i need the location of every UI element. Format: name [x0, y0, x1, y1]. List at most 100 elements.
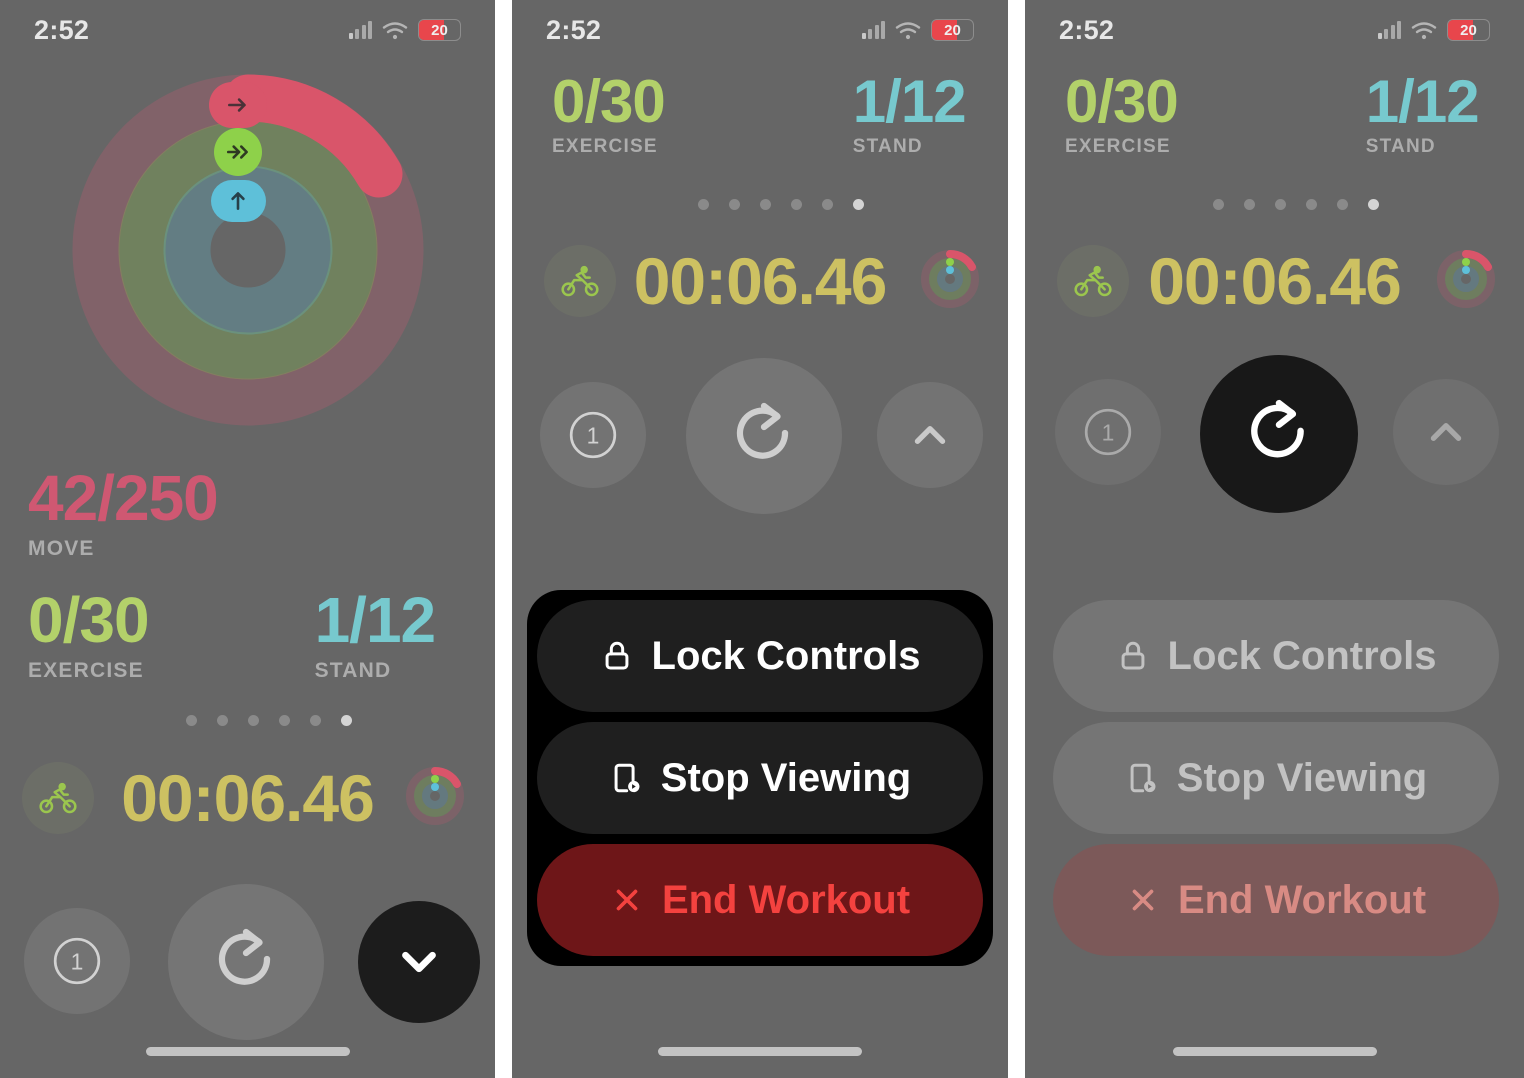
exercise-label: EXERCISE: [552, 136, 658, 157]
segment-counter-button[interactable]: 1: [24, 908, 130, 1014]
exercise-stat: 0/30 EXERCISE: [1065, 68, 1179, 158]
expand-up-button[interactable]: [1393, 379, 1499, 485]
action-menu: Lock Controls Stop Viewing End Workout: [527, 590, 993, 966]
exercise-value: 0/30: [1065, 68, 1179, 135]
exercise-stat: 0/30 EXERCISE: [28, 584, 150, 683]
battery-percent: 20: [944, 21, 961, 39]
status-bar: 2:52 20: [0, 0, 495, 60]
elapsed-time: 00:06.46: [121, 761, 375, 835]
status-indicators: 20: [861, 19, 974, 41]
battery-percent: 20: [1460, 21, 1477, 39]
phone-stop-viewing-icon: [614, 763, 640, 793]
cellular-signal-icon: [861, 21, 885, 39]
status-time: 2:52: [34, 14, 90, 45]
arrow-up-icon: [210, 180, 266, 222]
status-bar: 2:52 20: [512, 0, 1008, 60]
panel-divider-2: [1008, 0, 1025, 1078]
double-chevron-right-icon: [213, 128, 262, 176]
end-workout-button[interactable]: End Workout: [537, 844, 983, 956]
screen-1-activity-overview: 2:52 20 42/250 MOVE 0/30 EXERCISE 1/12 S…: [0, 0, 495, 1078]
battery-low-icon: 20: [931, 19, 974, 41]
lock-controls-button[interactable]: Lock Controls: [1053, 600, 1499, 712]
exercise-stat: 0/30 EXERCISE: [552, 68, 666, 158]
stop-viewing-button[interactable]: Stop Viewing: [1053, 722, 1499, 834]
close-x-icon: [616, 889, 638, 911]
cellular-signal-icon: [1377, 21, 1401, 39]
status-indicators: 20: [348, 19, 461, 41]
move-label: MOVE: [28, 537, 95, 560]
cycling-icon: [544, 245, 616, 317]
stand-label: STAND: [314, 659, 392, 682]
lock-controls-label: Lock Controls: [651, 633, 921, 678]
end-workout-button[interactable]: End Workout: [1053, 844, 1499, 956]
svg-text:1: 1: [587, 422, 600, 448]
lock-icon: [1121, 641, 1144, 670]
stand-stat: 1/12 STAND: [852, 68, 967, 158]
activity-rings[interactable]: [68, 70, 428, 430]
home-indicator: [1172, 1047, 1377, 1056]
page-indicator[interactable]: [1213, 199, 1379, 210]
cellular-signal-icon: [348, 21, 372, 39]
svg-text:1: 1: [71, 948, 84, 974]
svg-text:1: 1: [1102, 419, 1115, 445]
cycling-icon: [22, 762, 94, 834]
exercise-stand-stats: 0/30 EXERCISE 1/12 STAND: [1065, 68, 1480, 158]
battery-percent: 20: [431, 21, 448, 39]
segment-counter-button[interactable]: 1: [540, 382, 646, 488]
chevron-down-icon: [402, 951, 436, 973]
status-indicators: 20: [1377, 19, 1490, 41]
exercise-stand-stats: 0/30 EXERCISE 1/12 STAND: [28, 584, 437, 683]
chevron-up-icon: [1430, 423, 1462, 441]
stop-viewing-label: Stop Viewing: [660, 755, 912, 800]
stand-value: 1/12: [1365, 68, 1480, 135]
lock-icon: [605, 641, 628, 670]
status-time: 2:52: [1059, 14, 1115, 45]
exercise-label: EXERCISE: [28, 659, 144, 682]
action-menu: Lock Controls Stop Viewing End Workout: [1043, 590, 1509, 966]
elapsed-time: 00:06.46: [633, 244, 888, 318]
end-workout-label: End Workout: [661, 877, 911, 922]
workout-timer-row: 00:06.46: [0, 760, 495, 836]
status-time: 2:52: [546, 14, 602, 45]
segment-counter-button[interactable]: 1: [1055, 379, 1161, 485]
page-indicator[interactable]: [186, 715, 352, 726]
stop-viewing-button[interactable]: Stop Viewing: [537, 722, 983, 834]
exercise-stand-stats: 0/30 EXERCISE 1/12 STAND: [552, 68, 967, 158]
end-workout-label: End Workout: [1177, 877, 1427, 922]
stand-label: STAND: [1365, 136, 1436, 157]
battery-low-icon: 20: [418, 19, 461, 41]
lock-controls-button[interactable]: Lock Controls: [537, 600, 983, 712]
exercise-value: 0/30: [552, 68, 666, 135]
screenshot-triptych: 2:52 20 42/250 MOVE 0/30 EXERCISE 1/12 S…: [0, 0, 1524, 1078]
home-indicator: [658, 1047, 862, 1056]
workout-controls: 1: [0, 884, 495, 1040]
page-indicator[interactable]: [698, 199, 864, 210]
home-indicator: [145, 1047, 350, 1056]
collapse-down-button[interactable]: [358, 901, 480, 1023]
workout-timer-row: 00:06.46: [512, 243, 1008, 319]
lock-controls-label: Lock Controls: [1167, 633, 1437, 678]
move-value: 42/250: [28, 462, 219, 534]
restart-button[interactable]: [1200, 355, 1358, 513]
chevron-up-icon: [914, 426, 946, 444]
stand-value: 1/12: [852, 68, 967, 135]
wifi-icon: [1411, 21, 1437, 40]
expand-up-button[interactable]: [877, 382, 983, 488]
cycling-icon: [1057, 245, 1129, 317]
restart-button[interactable]: [686, 358, 842, 514]
screen-2-action-menu-open: 2:52 20 0/30 EXERCISE 1/12 STAND 00:06.4…: [512, 0, 1008, 1078]
restart-button[interactable]: [168, 884, 324, 1040]
close-x-icon: [1132, 889, 1154, 911]
stop-viewing-label: Stop Viewing: [1176, 755, 1428, 800]
activity-rings-icon[interactable]: [1434, 247, 1498, 311]
move-stat: 42/250 MOVE: [28, 462, 219, 561]
stand-stat: 1/12 STAND: [314, 588, 437, 683]
activity-rings-icon[interactable]: [918, 247, 982, 311]
panel-divider-1: [495, 0, 512, 1078]
workout-controls: 1: [1025, 355, 1524, 515]
status-bar: 2:52 20: [1025, 0, 1524, 60]
wifi-icon: [895, 21, 921, 40]
exercise-value: 0/30: [28, 584, 150, 656]
workout-timer-row: 00:06.46: [1025, 243, 1524, 319]
activity-rings-icon[interactable]: [403, 764, 467, 828]
